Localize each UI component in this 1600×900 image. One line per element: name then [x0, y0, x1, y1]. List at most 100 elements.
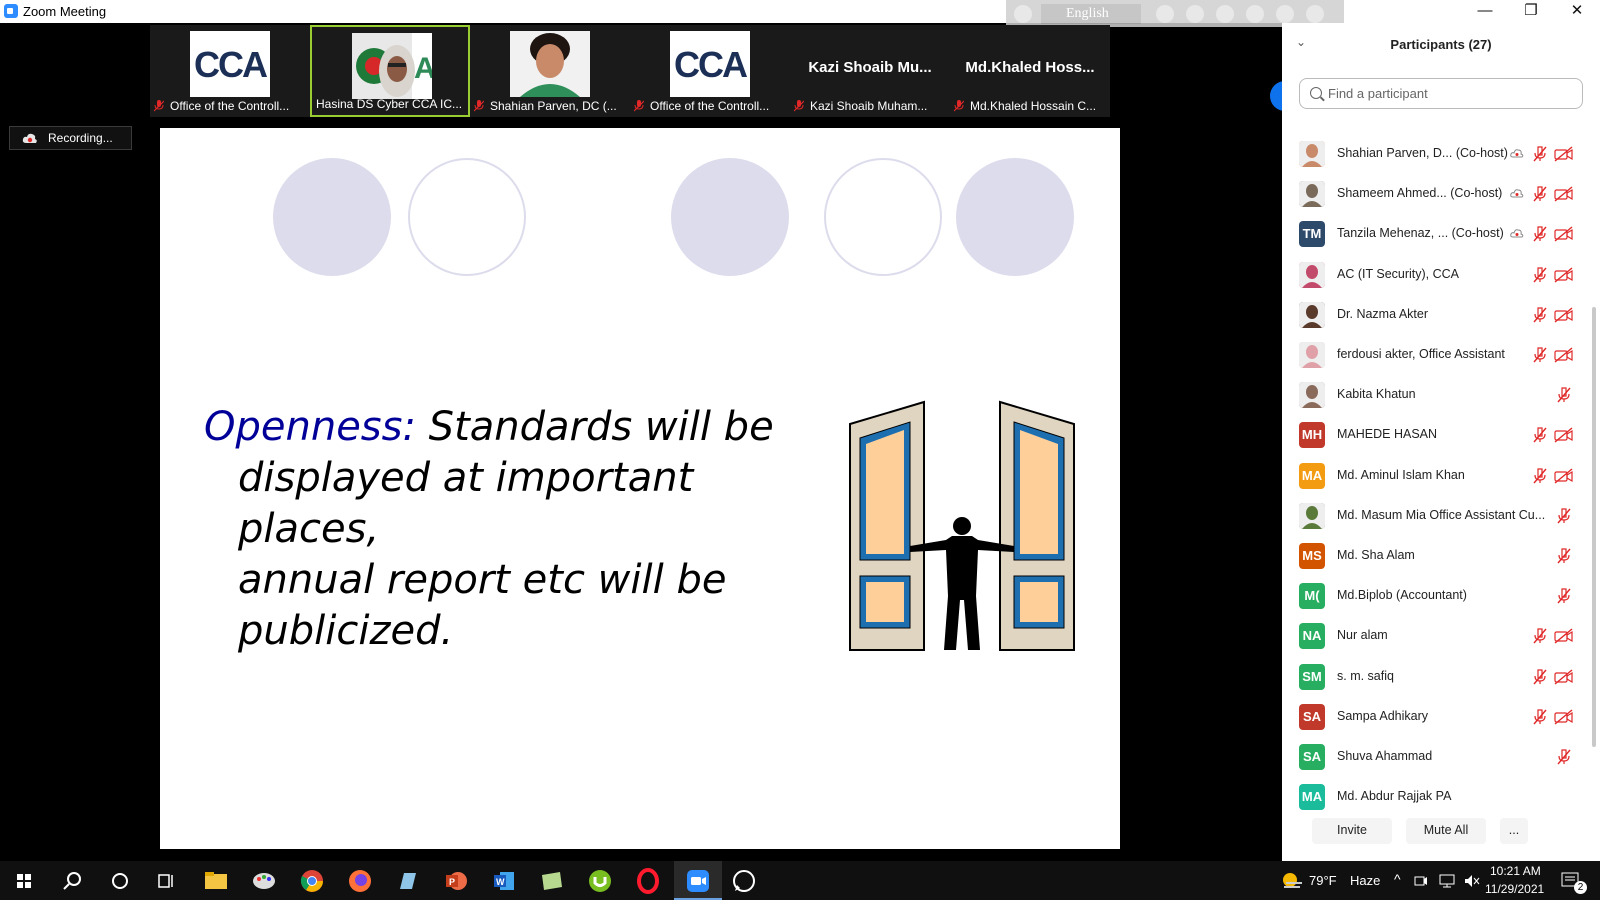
video-tile[interactable]: Shahian Parven, DC (...: [470, 25, 630, 117]
mic-muted-icon[interactable]: [1532, 226, 1548, 242]
mic-muted-icon[interactable]: [1556, 548, 1572, 564]
video-off-icon[interactable]: [1554, 669, 1574, 685]
globe-icon[interactable]: [1246, 5, 1264, 23]
video-off-icon[interactable]: [1554, 186, 1574, 202]
maximize-button[interactable]: ❐: [1508, 0, 1554, 23]
participant-row[interactable]: SA Sampa Adhikary: [1282, 696, 1582, 737]
ime-icon[interactable]: [1014, 5, 1032, 23]
mic-muted-icon[interactable]: [1532, 709, 1548, 725]
mic-muted-icon[interactable]: [1532, 186, 1548, 202]
video-off-icon[interactable]: [1554, 628, 1574, 644]
notes-icon[interactable]: [538, 867, 566, 895]
mic-muted-icon[interactable]: [1532, 146, 1548, 162]
mic-muted-icon[interactable]: [1556, 508, 1572, 524]
participant-row[interactable]: AC (IT Security), CCA: [1282, 254, 1582, 295]
svg-text:W: W: [496, 877, 505, 887]
minimize-button[interactable]: —: [1462, 0, 1508, 23]
volume-muted-icon[interactable]: [1463, 873, 1481, 889]
decor-circle: [273, 158, 391, 276]
participant-row[interactable]: MA Md. Aminul Islam Khan: [1282, 455, 1582, 496]
invite-button[interactable]: Invite: [1312, 818, 1392, 844]
video-tile-active[interactable]: A Hasina DS Cyber CCA IC...: [310, 25, 470, 117]
video-off-icon[interactable]: [1554, 347, 1574, 363]
clock-time[interactable]: 10:21 AM: [1490, 864, 1541, 878]
participant-row[interactable]: MA Md. Abdur Rajjak PA: [1282, 776, 1582, 817]
participant-name: Sampa Adhikary: [1337, 708, 1429, 723]
settings-icon[interactable]: [1216, 5, 1234, 23]
participant-name: Shuva Ahammad: [1337, 749, 1433, 763]
participant-search-input[interactable]: Find a participant: [1299, 78, 1583, 109]
network-icon[interactable]: [1438, 873, 1456, 889]
mic-muted-icon[interactable]: [1532, 467, 1548, 484]
start-icon[interactable]: [10, 867, 38, 895]
participant-row[interactable]: ferdousi akter, Office Assistant: [1282, 334, 1582, 375]
participant-row[interactable]: Dr. Nazma Akter: [1282, 294, 1582, 335]
mic-muted-icon[interactable]: [1532, 427, 1548, 443]
mic-muted-icon[interactable]: [1532, 347, 1548, 363]
weather-description[interactable]: Haze: [1350, 873, 1380, 888]
weather-temperature[interactable]: 79°F: [1309, 873, 1337, 888]
video-off-icon[interactable]: [1554, 427, 1574, 443]
chrome-icon[interactable]: [298, 867, 326, 895]
utorrent-icon[interactable]: [586, 867, 614, 895]
paint-icon[interactable]: [250, 867, 278, 895]
video-off-icon[interactable]: [1554, 267, 1574, 283]
mic-muted-icon[interactable]: [1556, 387, 1572, 403]
video-off-icon[interactable]: [1554, 307, 1574, 323]
video-tile[interactable]: CCA Office of the Controll...: [630, 25, 790, 117]
participant-row[interactable]: Shameem Ahmed... (Co-host): [1282, 173, 1582, 214]
video-tile[interactable]: Md.Khaled Hoss... Md.Khaled Hossain C...: [950, 25, 1110, 117]
participant-row[interactable]: SM s. m. safiq: [1282, 656, 1582, 697]
search-icon[interactable]: [58, 867, 86, 895]
mic-muted-icon[interactable]: [1532, 307, 1548, 323]
close-langbar-icon[interactable]: [1306, 5, 1324, 23]
avatar-initials: SA: [1299, 744, 1325, 770]
hand-icon[interactable]: [1186, 5, 1204, 23]
word-icon[interactable]: W: [490, 867, 518, 895]
participant-row[interactable]: SA Shuva Ahammad: [1282, 736, 1582, 777]
participant-row[interactable]: TM Tanzila Mehenaz, ... (Co-host): [1282, 213, 1582, 254]
avatar-photo: [1299, 382, 1325, 409]
mic-muted-icon[interactable]: [1532, 668, 1548, 685]
cortana-icon[interactable]: [106, 867, 134, 895]
keyboard-icon[interactable]: [1156, 5, 1174, 23]
tile-label: Kazi Shoaib Muham...: [790, 97, 950, 115]
zoom-icon[interactable]: [684, 867, 712, 895]
participant-row[interactable]: Shahian Parven, D... (Co-host): [1282, 133, 1582, 174]
firefox-icon[interactable]: [346, 867, 374, 895]
participant-row[interactable]: MH MAHEDE HASAN: [1282, 414, 1582, 455]
video-off-icon[interactable]: [1554, 709, 1574, 725]
whatsapp-icon[interactable]: [730, 867, 758, 895]
help-icon[interactable]: [1276, 5, 1294, 23]
tray-overflow-icon[interactable]: ^: [1394, 871, 1401, 887]
meet-now-icon[interactable]: [1413, 873, 1429, 889]
opera-icon[interactable]: [634, 867, 662, 895]
more-options-button[interactable]: ...: [1500, 818, 1528, 844]
notepad-icon[interactable]: [394, 867, 422, 895]
recording-label: Recording...: [48, 131, 113, 145]
participant-row[interactable]: MS Md. Sha Alam: [1282, 535, 1582, 576]
file-explorer-icon[interactable]: [202, 867, 230, 895]
mute-all-button[interactable]: Mute All: [1406, 818, 1486, 844]
participant-row[interactable]: Md. Masum Mia Office Assistant Cu...: [1282, 495, 1582, 536]
video-off-icon[interactable]: [1554, 226, 1574, 242]
language-select[interactable]: English: [1041, 4, 1141, 24]
clock-date[interactable]: 11/29/2021: [1485, 882, 1544, 896]
video-tile[interactable]: Kazi Shoaib Mu... Kazi Shoaib Muham...: [790, 25, 950, 117]
close-button[interactable]: ✕: [1554, 0, 1600, 23]
video-tile[interactable]: CCA Office of the Controll...: [150, 25, 310, 117]
participant-row[interactable]: Kabita Khatun: [1282, 374, 1582, 415]
mic-muted-icon[interactable]: [1556, 588, 1572, 604]
video-off-icon[interactable]: [1554, 146, 1574, 162]
decor-circle: [824, 158, 942, 276]
participant-list-scrollbar[interactable]: [1591, 111, 1597, 787]
task-view-icon[interactable]: [153, 867, 181, 895]
participant-row[interactable]: NA Nur alam: [1282, 615, 1582, 656]
powerpoint-icon[interactable]: P: [442, 867, 470, 895]
mic-muted-icon[interactable]: [1556, 749, 1572, 765]
mic-muted-icon[interactable]: [1532, 628, 1548, 644]
recording-indicator[interactable]: Recording...: [9, 126, 132, 150]
video-off-icon[interactable]: [1554, 468, 1574, 484]
mic-muted-icon[interactable]: [1532, 266, 1548, 283]
participant-row[interactable]: M(Md.Biplob (Accountant): [1282, 575, 1582, 616]
